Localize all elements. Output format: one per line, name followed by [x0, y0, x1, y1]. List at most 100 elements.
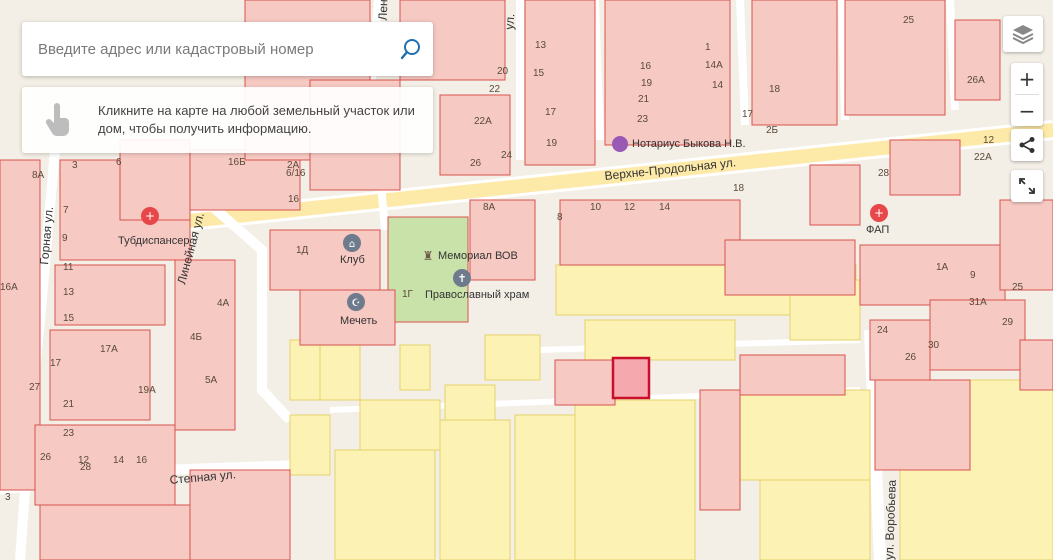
house-number: 22А [974, 152, 992, 163]
house-number: 4Б [190, 332, 203, 343]
house-number: 15 [63, 313, 75, 324]
svg-text:Мемориал ВОВ: Мемориал ВОВ [438, 250, 518, 262]
street-label: ул. [502, 13, 517, 30]
house-number: 17 [50, 358, 62, 369]
share-icon [1019, 137, 1035, 153]
zoom-out-button[interactable]: − [1011, 95, 1043, 126]
cadastral-map[interactable]: Верхне-Продольная ул. Линейная ул. Горна… [0, 0, 1053, 560]
house-number: 16Б [228, 157, 246, 168]
poi-notary[interactable]: Нотариус Быкова Н.В. [612, 136, 746, 152]
house-number: 12 [624, 202, 636, 213]
house-number: 14 [712, 80, 724, 91]
house-number: 17 [742, 109, 754, 120]
house-number: 20 [497, 66, 509, 77]
hint-text: Кликните на карте на любой земельный уча… [98, 103, 415, 136]
house-number: 18 [769, 84, 781, 95]
house-number: 16 [136, 455, 148, 466]
svg-text:Мечеть: Мечеть [340, 315, 378, 327]
house-number: 26 [40, 452, 52, 463]
search-box [22, 22, 433, 76]
memorial-park [387, 216, 469, 323]
house-number: 13 [63, 287, 75, 298]
house-number: 23 [63, 428, 75, 439]
house-number: 1Г [402, 289, 414, 300]
house-number: 6/16 [286, 168, 306, 179]
house-number: 10 [590, 202, 602, 213]
selected-parcel[interactable] [611, 356, 651, 400]
house-number: 23 [637, 114, 649, 125]
mosque-icon: ☪ [352, 298, 361, 309]
medical-cross-icon: + [145, 209, 155, 223]
house-number: 12 [983, 135, 995, 146]
house-number: 1 [705, 42, 711, 53]
house-number: 8А [32, 170, 45, 181]
share-button[interactable] [1011, 129, 1043, 161]
house-number: 30 [928, 340, 940, 351]
house-number: 28 [878, 168, 890, 179]
fullscreen-button[interactable] [1011, 170, 1043, 202]
house-number: 14 [113, 455, 125, 466]
house-number: 14 [659, 202, 671, 213]
house-number: 17 [545, 107, 557, 118]
house-number: 24 [877, 325, 889, 336]
house-number: 3 [72, 160, 78, 171]
search-button[interactable] [389, 27, 433, 71]
hint-panel: Кликните на карте на любой земельный уча… [22, 87, 433, 153]
house-number: 16А [0, 282, 18, 293]
house-number: 19А [138, 385, 156, 396]
house-number: 13 [535, 40, 547, 51]
house-number: 15 [533, 68, 545, 79]
svg-text:ФАП: ФАП [866, 224, 889, 236]
house-number: 26 [905, 352, 917, 363]
house-number: 8 [557, 212, 563, 223]
house-number: 25 [903, 15, 915, 26]
house-number: 27 [29, 382, 41, 393]
layers-icon [1012, 25, 1034, 45]
house-number: 4А [217, 298, 230, 309]
house-number: 16 [288, 194, 300, 205]
house-number: 3 [5, 492, 11, 503]
house-number: 29 [1002, 317, 1014, 328]
medical-cross-icon: + [874, 206, 884, 220]
house-number: 19 [641, 78, 653, 89]
house-number: 18 [733, 183, 745, 194]
house-number: 26А [967, 75, 985, 86]
house-number: 21 [638, 94, 650, 105]
search-icon [400, 39, 420, 60]
zoom-in-button[interactable]: + [1011, 63, 1043, 94]
house-number: 28 [80, 462, 92, 473]
house-number: 24 [501, 150, 513, 161]
house-number: 16 [640, 61, 652, 72]
house-number: 7 [63, 205, 69, 216]
hand-pointer-icon [40, 100, 76, 140]
house-number: 14А [705, 60, 723, 71]
house-number: 25 [1012, 282, 1024, 293]
house-number: 26 [470, 158, 482, 169]
church-cross-icon: ✝ [457, 272, 466, 285]
house-number: 8А [483, 202, 496, 213]
house-number: 2Б [766, 125, 779, 136]
house-number: 9 [970, 270, 976, 281]
svg-text:Нотариус Быкова Н.В.: Нотариус Быкова Н.В. [632, 138, 746, 150]
house-number: 9 [62, 233, 68, 244]
house-number: 17А [100, 344, 118, 355]
street-label: ул. Воробьева [882, 479, 899, 560]
house-number: 21 [63, 399, 75, 410]
house-number: 19 [546, 138, 558, 149]
layers-button[interactable] [1003, 16, 1043, 52]
house-number: 22А [474, 116, 492, 127]
house-number: 31А [969, 297, 987, 308]
house-number: 6 [116, 157, 122, 168]
zoom-controls: + − [1011, 63, 1043, 126]
house-number: 1А [936, 262, 949, 273]
house-number: 11 [63, 262, 74, 273]
house-number: 1Д [296, 245, 309, 256]
club-icon: ⌂ [349, 239, 355, 250]
fullscreen-icon [1019, 178, 1035, 194]
svg-text:Клуб: Клуб [340, 254, 365, 266]
search-input[interactable] [22, 22, 389, 76]
memorial-icon: ♜ [423, 249, 434, 263]
house-number: 5А [205, 375, 218, 386]
house-number: 22 [489, 84, 501, 95]
svg-text:Православный храм: Православный храм [425, 289, 529, 301]
